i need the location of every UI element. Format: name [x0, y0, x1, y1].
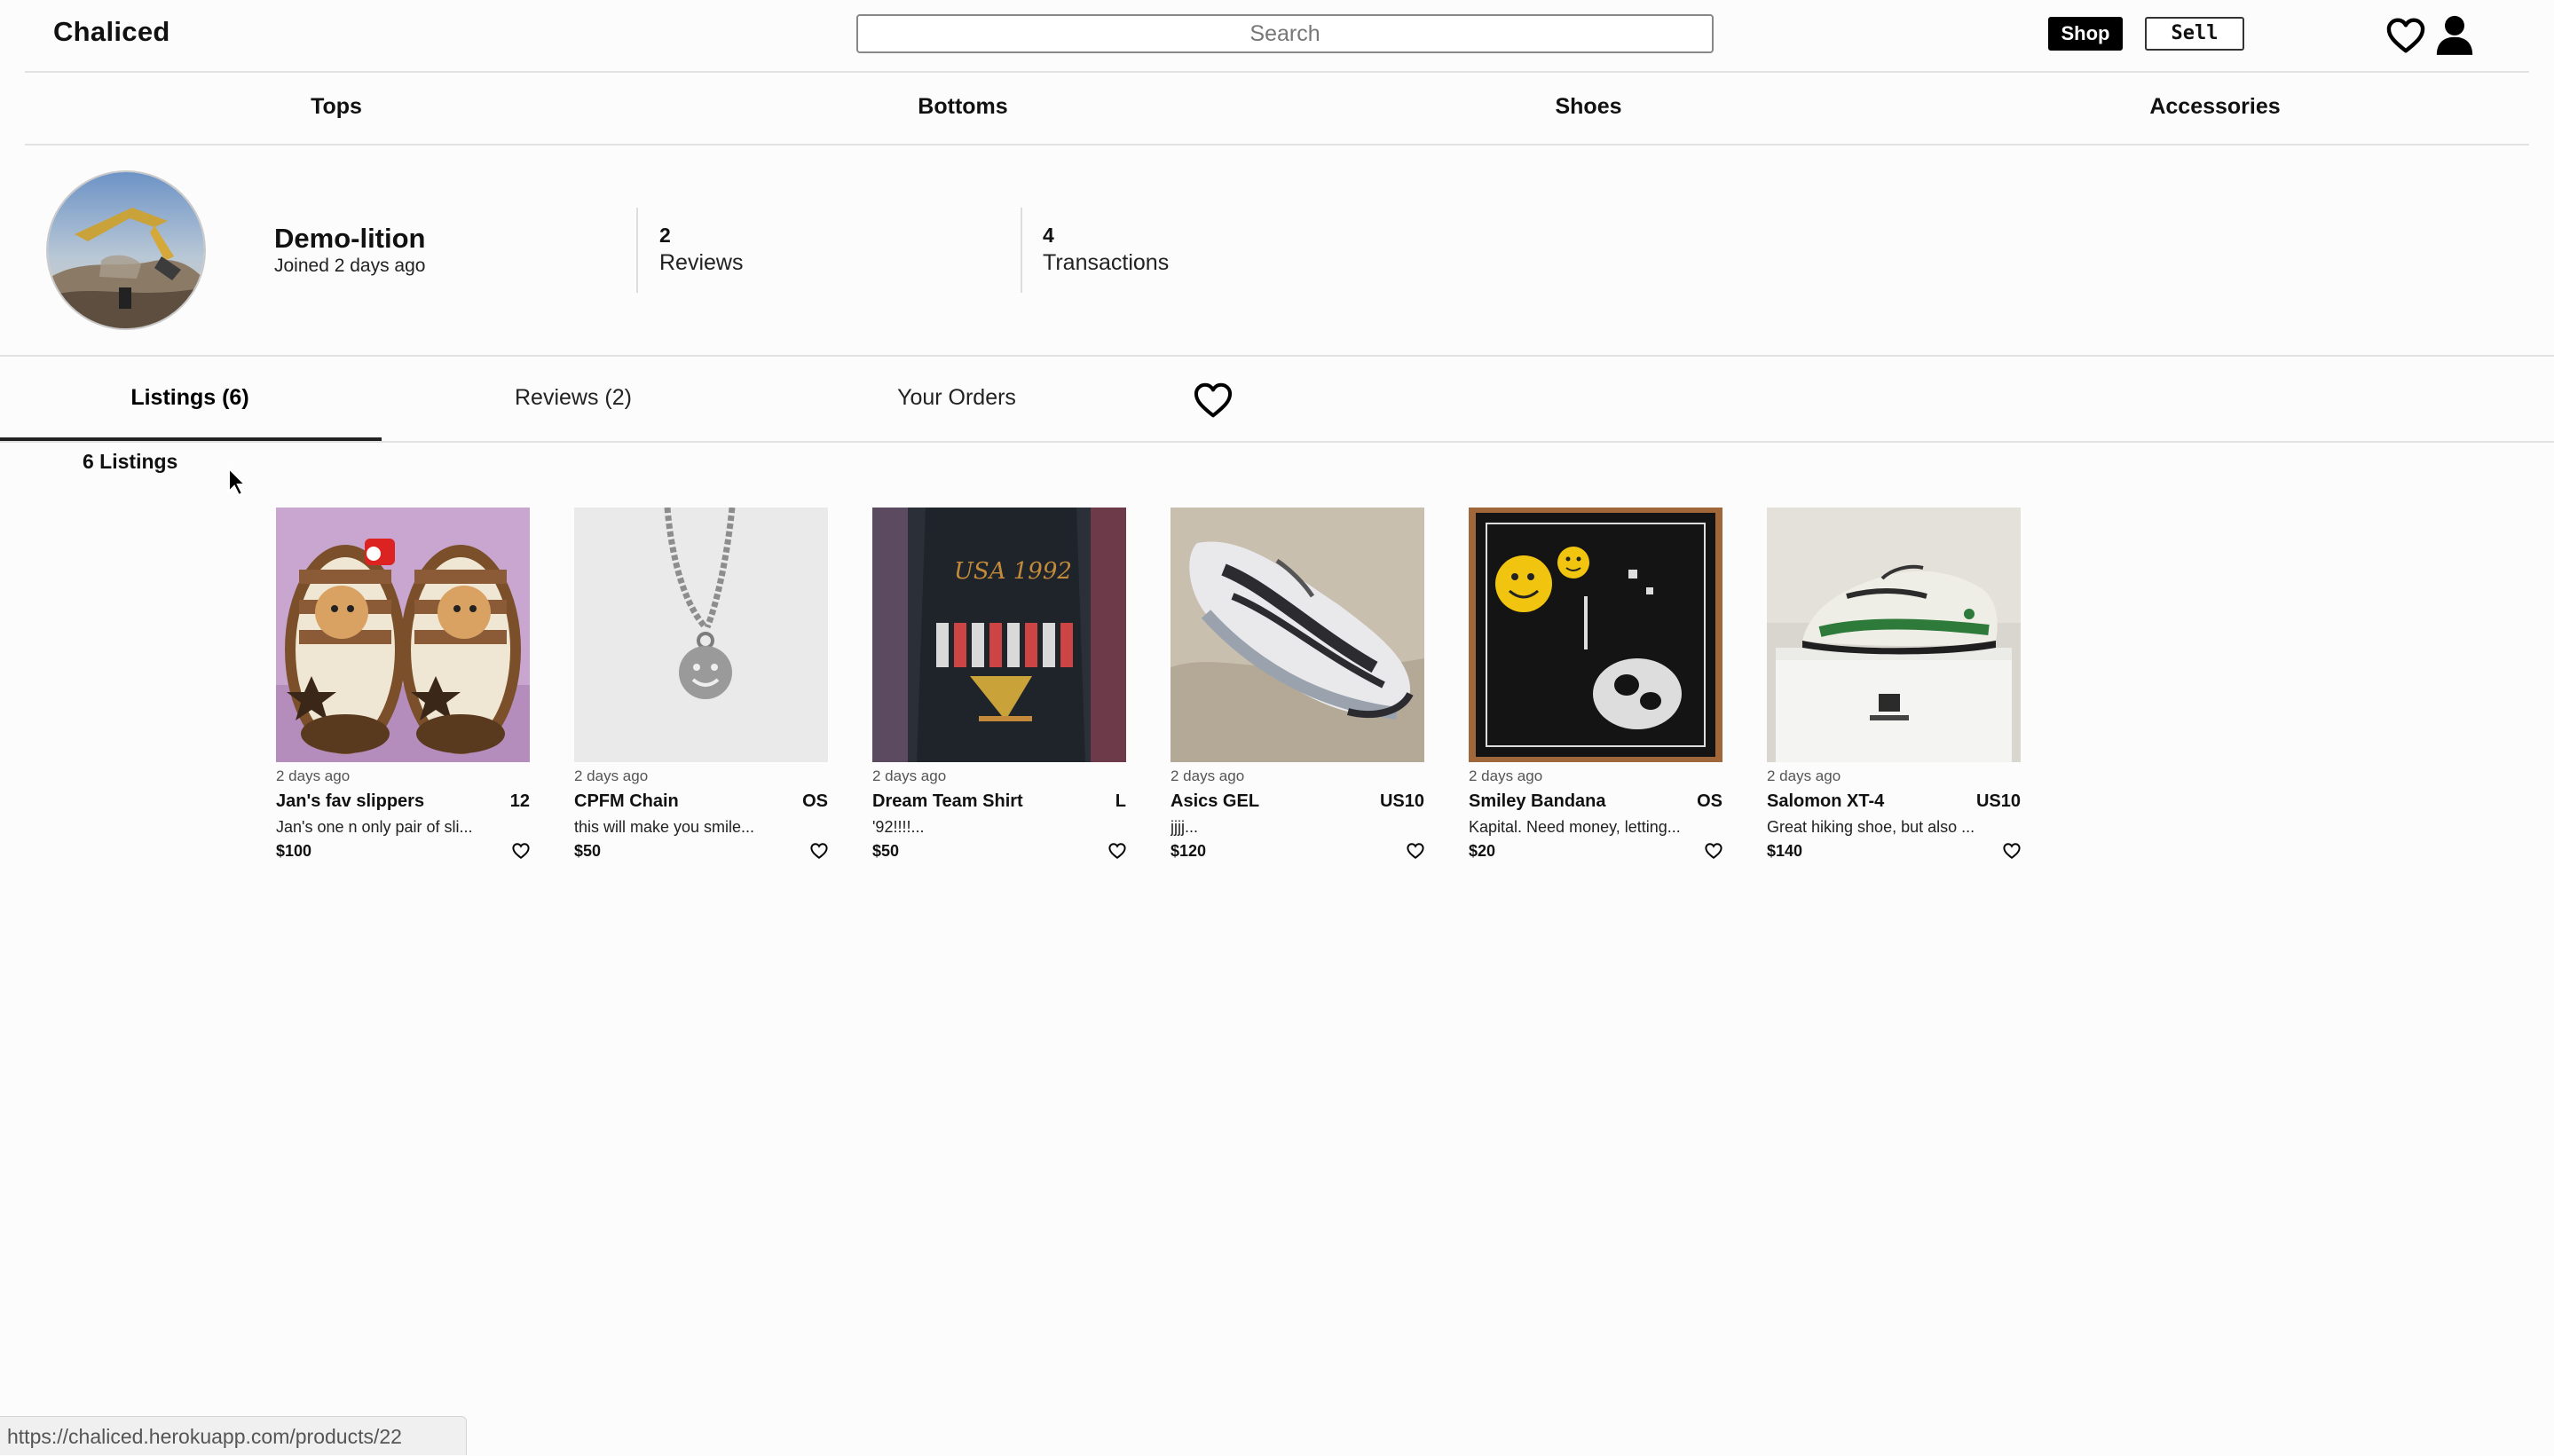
- heart-icon[interactable]: [512, 843, 530, 859]
- listing-title[interactable]: Jan's fav slippers: [276, 791, 424, 812]
- listing-size: OS: [802, 791, 828, 811]
- profile-joined: Joined 2 days ago: [274, 256, 426, 276]
- avatar: [48, 172, 204, 328]
- mouse-cursor-icon: [228, 467, 247, 497]
- svg-text:USA 1992: USA 1992: [954, 558, 1072, 585]
- listing-description: jjjj...: [1171, 818, 1198, 836]
- listing-price: $50: [872, 841, 900, 860]
- listing-price: $50: [574, 841, 602, 860]
- listing-age: 2 days ago: [872, 767, 947, 784]
- listing-image[interactable]: [1767, 508, 2021, 762]
- listing-card[interactable]: USA 1992 2 days ago Dream Team Shirt L '…: [872, 508, 1126, 862]
- category-accessories[interactable]: Accessories: [2149, 94, 2280, 120]
- heart-icon[interactable]: [2386, 18, 2425, 53]
- listing-description: Kapital. Need money, letting...: [1469, 818, 1681, 836]
- listing-age: 2 days ago: [1171, 767, 1245, 784]
- listing-size: 12: [509, 791, 530, 811]
- reviews-count: 2: [659, 224, 671, 247]
- section-divider: [0, 355, 2554, 357]
- listing-card[interactable]: 2 days ago CPFM Chain OS this will make …: [574, 508, 828, 862]
- listing-description: '92!!!!...: [872, 818, 925, 836]
- listing-price: $100: [276, 841, 312, 860]
- listing-title[interactable]: CPFM Chain: [574, 791, 679, 812]
- heart-icon[interactable]: [1407, 843, 1424, 859]
- search-input[interactable]: Search: [856, 14, 1714, 53]
- listing-image[interactable]: [574, 508, 828, 762]
- heart-icon[interactable]: [810, 843, 828, 859]
- category-bottoms[interactable]: Bottoms: [918, 94, 1007, 120]
- user-icon[interactable]: [2435, 14, 2474, 55]
- transactions-label: Transactions: [1043, 250, 1170, 275]
- stat-divider: [636, 208, 638, 293]
- category-tops[interactable]: Tops: [311, 94, 362, 120]
- listing-title[interactable]: Dream Team Shirt: [872, 791, 1023, 812]
- listing-title[interactable]: Smiley Bandana: [1469, 791, 1606, 812]
- listing-description: Jan's one n only pair of sli...: [276, 818, 473, 836]
- heart-icon[interactable]: [2003, 843, 2021, 859]
- brand-logo[interactable]: Chaliced: [53, 16, 170, 48]
- category-shoes[interactable]: Shoes: [1555, 94, 1621, 120]
- listing-price: $120: [1171, 841, 1207, 860]
- listing-age: 2 days ago: [1767, 767, 1841, 784]
- listing-price: $140: [1767, 841, 1803, 860]
- listing-size: US10: [1975, 791, 2021, 811]
- sell-button[interactable]: Sell: [2145, 17, 2244, 51]
- status-bar-url: https://chaliced.herokuapp.com/products/…: [0, 1416, 467, 1455]
- stat-divider: [1021, 208, 1022, 293]
- listing-size: L: [1115, 791, 1126, 811]
- listings-count: 6 Listings: [83, 450, 178, 473]
- listing-size: OS: [1697, 791, 1722, 811]
- listing-title[interactable]: Salomon XT-4: [1767, 791, 1884, 812]
- tabs-divider: [0, 441, 2554, 443]
- listing-card[interactable]: 2 days ago Salomon XT-4 US10 Great hikin…: [1767, 508, 2021, 862]
- category-nav: Tops Bottoms Shoes Accessories: [25, 73, 2529, 146]
- listing-description: this will make you smile...: [574, 818, 755, 836]
- listing-price: $20: [1469, 841, 1496, 860]
- tab-your-orders[interactable]: Your Orders: [897, 385, 1016, 411]
- listing-age: 2 days ago: [1469, 767, 1543, 784]
- tab-reviews[interactable]: Reviews (2): [515, 385, 632, 411]
- tab-listings[interactable]: Listings (6): [130, 385, 248, 411]
- listing-size: US10: [1379, 791, 1424, 811]
- listing-card[interactable]: 2 days ago Smiley Bandana OS Kapital. Ne…: [1469, 508, 1722, 862]
- heart-icon[interactable]: [1705, 843, 1722, 859]
- listing-card[interactable]: 2 days ago Jan's fav slippers 12 Jan's o…: [276, 508, 530, 862]
- top-header: Chaliced Search Shop Sell: [25, 0, 2529, 73]
- listing-card[interactable]: 2 days ago Asics GEL US10 jjjj... $120: [1171, 508, 1424, 862]
- transactions-count: 4: [1043, 224, 1054, 247]
- listing-image[interactable]: [276, 508, 530, 762]
- shop-button[interactable]: Shop: [2048, 17, 2123, 51]
- listing-description: Great hiking shoe, but also ...: [1767, 818, 1975, 836]
- listing-age: 2 days ago: [276, 767, 351, 784]
- reviews-label: Reviews: [659, 250, 744, 275]
- listing-image[interactable]: USA 1992: [872, 508, 1126, 762]
- listing-age: 2 days ago: [574, 767, 649, 784]
- listing-image[interactable]: [1171, 508, 1424, 762]
- heart-icon[interactable]: [1194, 382, 1233, 418]
- heart-icon[interactable]: [1108, 843, 1126, 859]
- listing-image[interactable]: [1469, 508, 1722, 762]
- listing-title[interactable]: Asics GEL: [1171, 791, 1259, 812]
- profile-username: Demo-lition: [274, 223, 426, 254]
